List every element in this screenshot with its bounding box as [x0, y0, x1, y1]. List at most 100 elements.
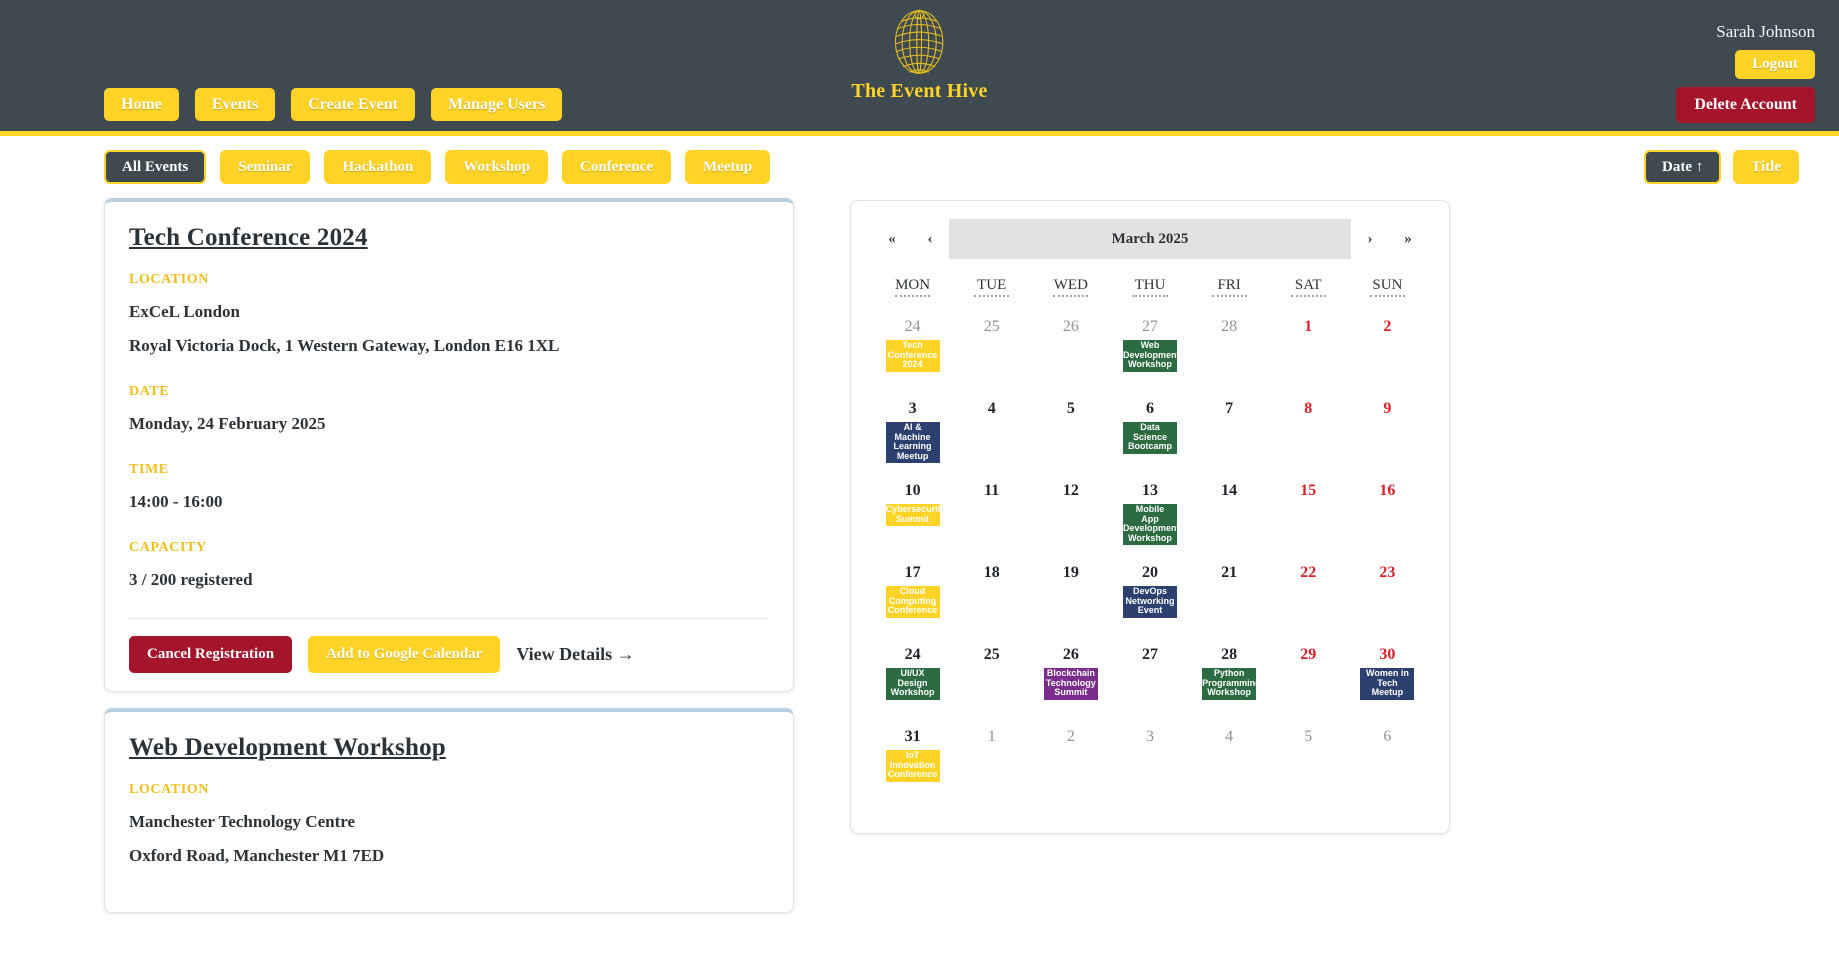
- calendar-day-number: 20: [1141, 564, 1158, 581]
- calendar-day-cell[interactable]: 2: [1031, 725, 1110, 807]
- calendar-day-cell[interactable]: 27: [1110, 643, 1189, 725]
- calendar-day-cell[interactable]: 21: [1190, 561, 1269, 643]
- calendar-day-number: 10: [904, 482, 921, 499]
- filter-workshop[interactable]: Workshop: [445, 150, 548, 184]
- calendar-day-cell[interactable]: 16: [1348, 479, 1427, 561]
- filter-hackathon[interactable]: Hackathon: [324, 150, 432, 184]
- calendar-event-chip[interactable]: Python Programming Workshop: [1202, 668, 1257, 700]
- capacity-label: CAPACITY: [129, 540, 207, 555]
- calendar-event-chip[interactable]: Women in Tech Meetup: [1360, 668, 1415, 700]
- calendar-day-cell[interactable]: 5: [1269, 725, 1348, 807]
- calendar-event-chip[interactable]: IoT Innovation Conference: [885, 750, 940, 782]
- nav-item-manage-users[interactable]: Manage Users: [431, 88, 563, 121]
- calendar-day-number: 5: [1066, 400, 1075, 417]
- calendar-day-cell[interactable]: 3: [1110, 725, 1189, 807]
- calendar-day-cell[interactable]: 6: [1348, 725, 1427, 807]
- nav-item-events[interactable]: Events: [194, 88, 276, 121]
- event-title-link[interactable]: Tech Conference 2024: [129, 224, 769, 252]
- calendar-day-cell[interactable]: 29: [1269, 643, 1348, 725]
- calendar-day-cell[interactable]: 12: [1031, 479, 1110, 561]
- calendar-event-chip[interactable]: Tech Conference 2024: [885, 340, 940, 372]
- calendar-day-cell[interactable]: 6 Data Science Bootcamp: [1110, 397, 1189, 479]
- filter-meetup[interactable]: Meetup: [685, 150, 771, 184]
- filter-all-events[interactable]: All Events: [104, 150, 207, 184]
- calendar-event-line: Conference: [887, 769, 938, 779]
- calendar-day-cell[interactable]: 4: [952, 397, 1031, 479]
- add-to-google-calendar-button[interactable]: Add to Google Calendar: [308, 636, 501, 673]
- calendar-day-cell[interactable]: 17 Cloud Computing Conference: [873, 561, 952, 643]
- sort-by-date[interactable]: Date ↑: [1644, 150, 1722, 184]
- filter-seminar[interactable]: Seminar: [220, 150, 311, 184]
- calendar-day-cell[interactable]: 26: [1031, 315, 1110, 397]
- event-date: Monday, 24 February 2025: [129, 414, 326, 433]
- cancel-registration-button[interactable]: Cancel Registration: [129, 636, 293, 673]
- calendar-day-cell[interactable]: 20 DevOps Networking Event: [1110, 561, 1189, 643]
- calendar-day-cell[interactable]: 23: [1348, 561, 1427, 643]
- calendar-day-number: 1: [987, 728, 996, 745]
- calendar-event-chip[interactable]: Cloud Computing Conference: [885, 586, 940, 618]
- calendar-day-cell[interactable]: 10 CybersecuritySummit: [873, 479, 952, 561]
- calendar-day-cell[interactable]: 13 Mobile App Development Workshop: [1110, 479, 1189, 561]
- calendar-day-number: 16: [1379, 482, 1396, 499]
- calendar-day-cell[interactable]: 25: [952, 643, 1031, 725]
- calendar-week-row: 24 UI/UX Design Workshop 25 26 Blockchain Techn…: [873, 643, 1427, 725]
- sort-by-title[interactable]: Title: [1733, 150, 1799, 184]
- calendar-day-cell[interactable]: 25: [952, 315, 1031, 397]
- calendar-weekday-row: MON TUE WED THU FRI SAT SUN: [873, 277, 1427, 297]
- calendar-day-cell[interactable]: 2: [1348, 315, 1427, 397]
- calendar-day-cell[interactable]: 18: [952, 561, 1031, 643]
- calendar-next-button[interactable]: ›: [1351, 219, 1389, 259]
- event-venue: Manchester Technology Centre: [129, 812, 356, 831]
- calendar-day-cell[interactable]: 30 Women in Tech Meetup: [1348, 643, 1427, 725]
- calendar-day-number: 28: [1221, 318, 1238, 335]
- calendar-day-number: 21: [1221, 564, 1238, 581]
- calendar-day-cell[interactable]: 9: [1348, 397, 1427, 479]
- calendar-day-cell[interactable]: 8: [1269, 397, 1348, 479]
- calendar-event-chip[interactable]: DevOps Networking Event: [1122, 586, 1177, 618]
- calendar-day-cell[interactable]: 1: [1269, 315, 1348, 397]
- calendar-event-chip[interactable]: Web Development Workshop: [1122, 340, 1177, 372]
- calendar-day-number: 14: [1221, 482, 1238, 499]
- calendar-day-cell[interactable]: 24 Tech Conference 2024: [873, 315, 952, 397]
- delete-account-button[interactable]: Delete Account: [1676, 87, 1815, 123]
- calendar-event-chip[interactable]: AI & Machine Learning Meetup: [885, 422, 940, 463]
- calendar-event-chip[interactable]: Data Science Bootcamp: [1122, 422, 1177, 454]
- calendar-day-cell[interactable]: 19: [1031, 561, 1110, 643]
- calendar-event-chip[interactable]: Mobile App Development Workshop: [1122, 504, 1177, 545]
- calendar-event-chip[interactable]: Blockchain Technology Summit: [1043, 668, 1098, 700]
- calendar-day-cell[interactable]: 4: [1190, 725, 1269, 807]
- calendar-last-button[interactable]: »: [1389, 219, 1427, 259]
- calendar-day-cell[interactable]: 31 IoT Innovation Conference: [873, 725, 952, 807]
- calendar-event-chip[interactable]: UI/UX Design Workshop: [885, 668, 940, 700]
- calendar-day-cell[interactable]: 3 AI & Machine Learning Meetup: [873, 397, 952, 479]
- calendar-week-row: 31 IoT Innovation Conference 1 2 3 4 5 6: [873, 725, 1427, 807]
- calendar-day-cell[interactable]: 15: [1269, 479, 1348, 561]
- nav-item-create-event[interactable]: Create Event: [291, 88, 416, 121]
- calendar-day-cell[interactable]: 11: [952, 479, 1031, 561]
- calendar-prev-button[interactable]: ‹: [911, 219, 949, 259]
- calendar-first-button[interactable]: «: [873, 219, 911, 259]
- calendar-day-cell[interactable]: 22: [1269, 561, 1348, 643]
- calendar-day-cell[interactable]: 7: [1190, 397, 1269, 479]
- calendar-event-line: 2024: [902, 359, 923, 369]
- calendar-day-cell[interactable]: 27 Web Development Workshop: [1110, 315, 1189, 397]
- calendar-day-cell[interactable]: 28: [1190, 315, 1269, 397]
- calendar-day-cell[interactable]: 5: [1031, 397, 1110, 479]
- nav-item-home[interactable]: Home: [104, 88, 179, 121]
- calendar-day-number: 2: [1066, 728, 1075, 745]
- brand[interactable]: The Event Hive: [800, 6, 1040, 103]
- calendar-day-cell[interactable]: 28 Python Programming Workshop: [1190, 643, 1269, 725]
- logout-button[interactable]: Logout: [1735, 50, 1815, 79]
- view-details-link[interactable]: View Details →: [516, 644, 634, 665]
- calendar-day-cell[interactable]: 26 Blockchain Technology Summit: [1031, 643, 1110, 725]
- calendar-day-cell[interactable]: 14: [1190, 479, 1269, 561]
- calendar-day-cell[interactable]: 24 UI/UX Design Workshop: [873, 643, 952, 725]
- event-title-link[interactable]: Web Development Workshop: [129, 734, 769, 762]
- weekday-fri: FRI: [1211, 277, 1247, 297]
- calendar-day-cell[interactable]: 1: [952, 725, 1031, 807]
- calendar-event-chip[interactable]: CybersecuritySummit: [885, 504, 940, 526]
- calendar-day-number: 25: [983, 318, 1000, 335]
- calendar-week-row: 10 CybersecuritySummit 11 12 13 MobileAppDeve…: [873, 479, 1427, 561]
- calendar-day-number: 1: [1304, 318, 1313, 335]
- filter-conference[interactable]: Conference: [562, 150, 672, 184]
